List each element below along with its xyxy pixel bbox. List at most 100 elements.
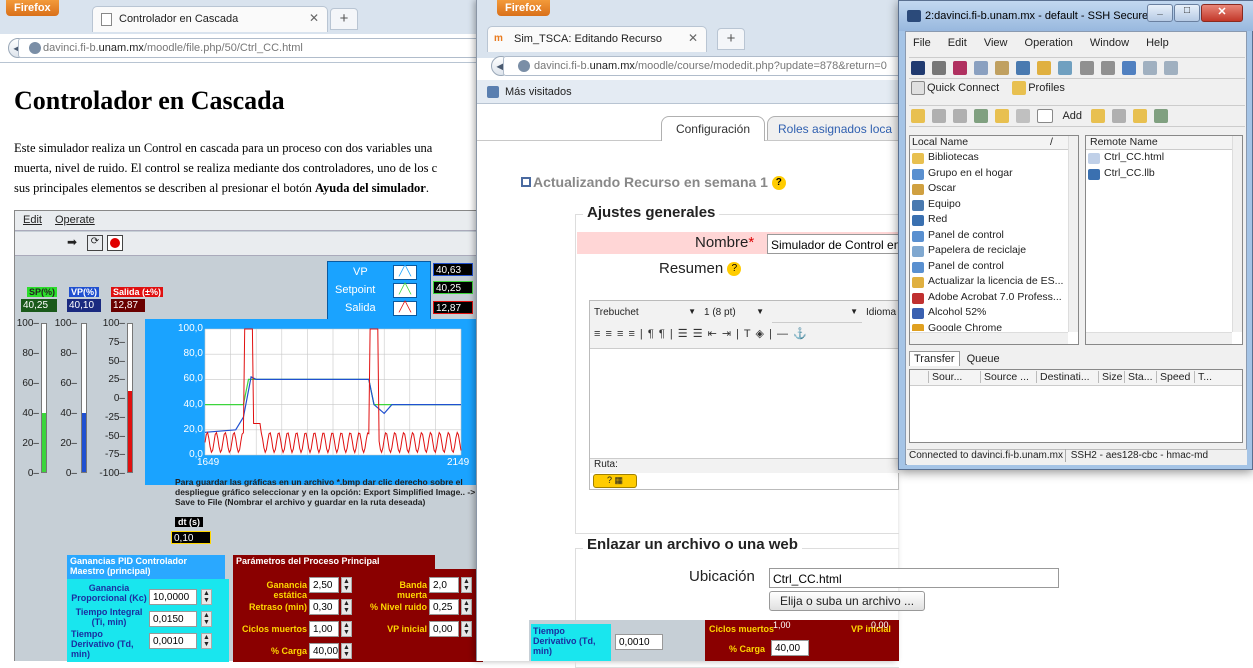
upload-icon[interactable] xyxy=(1100,61,1115,75)
param-stepper[interactable]: ▲ ▼ xyxy=(341,599,352,615)
ordered-list-icon[interactable]: ☰ xyxy=(678,328,689,340)
up-folder-icon[interactable] xyxy=(953,109,968,123)
local-vscroll[interactable] xyxy=(1068,136,1078,332)
hr-icon[interactable]: — xyxy=(777,328,789,340)
transfer-column-header[interactable]: Sour... xyxy=(928,371,980,383)
param-stepper[interactable]: ▲ ▼ xyxy=(461,599,472,615)
param-input[interactable]: 2,0 xyxy=(429,577,459,593)
tab-roles[interactable]: Roles asignados loca xyxy=(767,116,907,140)
editor-help-button[interactable]: ? ▦ xyxy=(593,474,637,488)
editor-body[interactable] xyxy=(590,349,900,459)
bookmark-mas-visitados[interactable]: Más visitados xyxy=(505,86,572,98)
close-icon[interactable]: ✕ xyxy=(688,31,698,45)
dt-input[interactable]: 0,10 xyxy=(171,531,211,544)
param-stepper[interactable]: ▲ ▼ xyxy=(341,621,352,637)
paste-icon[interactable] xyxy=(995,61,1010,75)
tab-configuracion[interactable]: Configuración xyxy=(661,116,765,141)
align-right-icon[interactable]: ≡ xyxy=(617,328,624,340)
size-select[interactable]: 1 (8 pt) ▼ xyxy=(704,307,768,323)
lang-select[interactable]: Idioma xyxy=(866,307,896,318)
local-file-item[interactable]: Alcohol 52% xyxy=(910,306,1068,322)
tab-transfer[interactable]: Transfer xyxy=(909,351,960,366)
transfer-column-header[interactable]: Destinati... xyxy=(1036,371,1098,383)
print-icon[interactable] xyxy=(932,61,947,75)
kc-stepper[interactable]: ▲ ▼ xyxy=(201,589,212,605)
nombre-input[interactable]: Simulador de Control en xyxy=(767,234,899,254)
run-arrow-icon[interactable]: ➡ xyxy=(67,235,83,251)
local-file-item[interactable]: Bibliotecas xyxy=(910,151,1068,167)
remote-view-icon[interactable] xyxy=(1091,109,1106,123)
param-input[interactable]: 0,25 xyxy=(429,599,459,615)
justify-icon[interactable]: ≡ xyxy=(628,328,635,340)
param-input[interactable]: 0,30 xyxy=(309,599,339,615)
lv-menu-edit[interactable]: Edit xyxy=(23,214,42,226)
param-stepper[interactable]: ▲ ▼ xyxy=(461,577,472,593)
settings-icon[interactable] xyxy=(1058,61,1073,75)
sp-value[interactable]: 40,25 xyxy=(21,299,57,312)
download-icon[interactable] xyxy=(1079,61,1094,75)
indent-icon[interactable]: ⇥ xyxy=(722,328,732,340)
firefox-menu-button[interactable]: Firefox xyxy=(6,0,59,16)
param-input[interactable]: 40,00 xyxy=(309,643,339,659)
minimize-button[interactable]: _ xyxy=(1147,4,1173,22)
url-bar[interactable]: davinci.fi-b.unam.mx/moodle/file.php/50/… xyxy=(18,38,482,58)
param-input[interactable]: 2,50 xyxy=(309,577,339,593)
local-file-item[interactable]: Panel de control xyxy=(910,260,1068,276)
anchor-icon[interactable]: ⚓ xyxy=(793,328,808,340)
details-icon[interactable] xyxy=(1163,61,1178,75)
local-file-item[interactable]: Grupo en el hogar xyxy=(910,167,1068,183)
format-select[interactable]: ▼ xyxy=(772,307,862,323)
ti-stepper[interactable]: ▲ ▼ xyxy=(201,611,212,627)
transfer-column-header[interactable]: Source ... xyxy=(980,371,1036,383)
bullet-list-icon[interactable]: ☰ xyxy=(693,328,704,340)
align-center-icon[interactable]: ≡ xyxy=(605,328,612,340)
menu-file[interactable]: File xyxy=(913,37,931,49)
new-folder-icon[interactable] xyxy=(995,109,1010,123)
new-ftp-icon[interactable] xyxy=(1037,61,1052,75)
add-button[interactable]: Add xyxy=(1062,110,1082,122)
tab-editando-recurso[interactable]: m Sim_TSCA: Editando Recurso ✕ xyxy=(487,26,707,52)
local-file-item[interactable]: Papelera de reciclaje xyxy=(910,244,1068,260)
align-left-icon[interactable]: ≡ xyxy=(594,328,601,340)
transfer-column-header[interactable]: Speed xyxy=(1156,371,1194,383)
text-color-icon[interactable]: T xyxy=(744,328,752,340)
new-terminal-icon[interactable] xyxy=(1016,61,1031,75)
find-icon[interactable] xyxy=(953,61,968,75)
param-stepper[interactable]: ▲ ▼ xyxy=(341,577,352,593)
transfer-column-header[interactable]: Size xyxy=(1098,371,1124,383)
remote-home-icon[interactable] xyxy=(1112,109,1127,123)
local-file-item[interactable]: Adobe Acrobat 7.0 Profess... xyxy=(910,291,1068,307)
list-icon[interactable] xyxy=(1142,61,1157,75)
new-tab-button-2[interactable]: + xyxy=(717,28,745,50)
run-continuous-icon[interactable]: ⟳ xyxy=(87,235,103,251)
kc-input[interactable]: 10,0000 xyxy=(149,589,197,605)
local-file-item[interactable]: Google Chrome xyxy=(910,322,1068,331)
maximize-button[interactable]: □ xyxy=(1174,4,1200,22)
refresh-icon[interactable] xyxy=(974,109,989,123)
menu-edit[interactable]: Edit xyxy=(948,37,967,49)
transfer-column-header[interactable]: Sta... xyxy=(1124,371,1156,383)
remote-refresh-icon[interactable] xyxy=(1154,109,1169,123)
tab-controlador[interactable]: Controlador en Cascada ✕ xyxy=(92,6,328,32)
remote-file-item[interactable]: Ctrl_CC.llb xyxy=(1086,167,1232,183)
ti-input[interactable]: 0,0150 xyxy=(149,611,197,627)
transfer-column-header[interactable]: T... xyxy=(1194,371,1220,383)
local-view-icon[interactable] xyxy=(911,109,925,123)
font-select[interactable]: Trebuchet ▼ xyxy=(594,307,700,323)
param-input[interactable]: 0,00 xyxy=(429,621,459,637)
menu-operation[interactable]: Operation xyxy=(1025,37,1073,49)
save-icon[interactable] xyxy=(911,61,925,75)
remote-vscroll[interactable] xyxy=(1232,136,1242,332)
copy-icon[interactable] xyxy=(974,61,989,75)
menu-view[interactable]: View xyxy=(984,37,1008,49)
local-hscroll[interactable] xyxy=(910,332,1068,344)
remote-hscroll[interactable] xyxy=(1086,332,1232,344)
td-input[interactable]: 0,0010 xyxy=(149,633,197,649)
firefox-menu-button-2[interactable]: Firefox xyxy=(497,0,550,16)
choose-file-button[interactable]: Elija o suba un archivo ... xyxy=(769,591,925,611)
tab-queue[interactable]: Queue xyxy=(963,352,1004,366)
new-tab-button[interactable]: + xyxy=(330,8,358,30)
dropdown-icon[interactable] xyxy=(1037,109,1054,123)
td-stepper[interactable]: ▲ ▼ xyxy=(201,633,212,649)
remote-up-icon[interactable] xyxy=(1133,109,1148,123)
